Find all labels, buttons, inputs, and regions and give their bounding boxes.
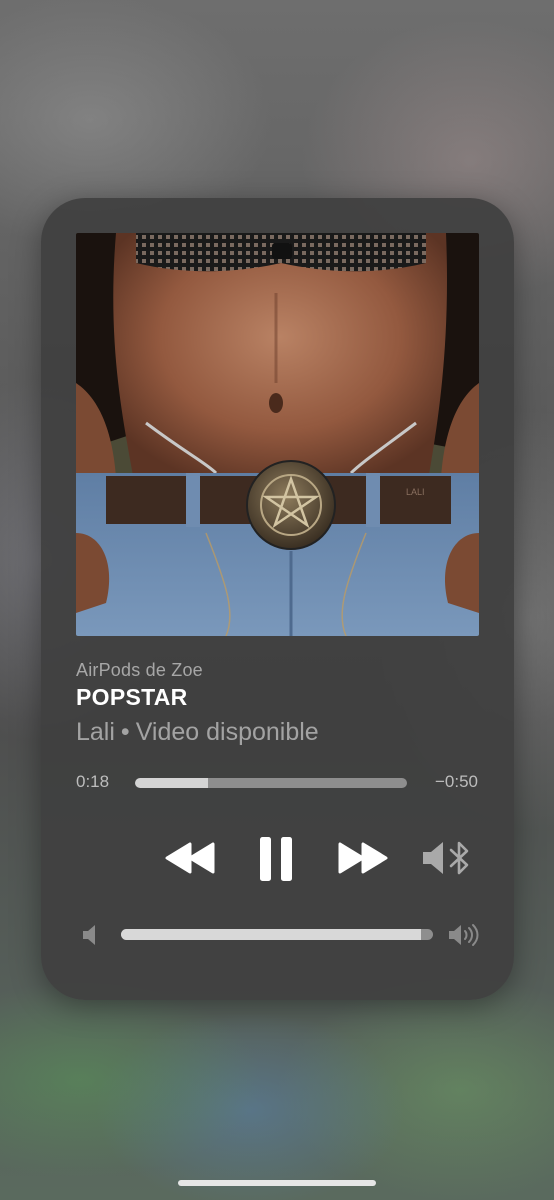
home-indicator[interactable]: [178, 1180, 376, 1186]
subtitle-separator: •: [120, 718, 130, 746]
now-playing-card: LALI AirPods de Zoe POPSTAR Lali • Video d…: [41, 198, 514, 1000]
volume-max-icon: [448, 923, 480, 947]
time-elapsed: 0:18: [76, 772, 110, 791]
pause-button[interactable]: [256, 835, 296, 883]
belt-brand-text: LALI: [406, 487, 425, 497]
song-subtitle[interactable]: Lali • Video disponible: [76, 718, 319, 747]
bluetooth-speaker-icon: [423, 841, 469, 875]
album-artwork-image: LALI: [76, 233, 479, 636]
album-artwork[interactable]: LALI: [76, 233, 479, 636]
volume-slider[interactable]: [121, 929, 433, 940]
volume-min-icon: [82, 924, 98, 946]
video-status: Video disponible: [135, 718, 319, 746]
time-remaining: −0:50: [434, 772, 478, 791]
rewind-icon: [165, 842, 215, 874]
output-device-label: AirPods de Zoe: [76, 660, 203, 680]
pause-icon: [260, 837, 292, 881]
playback-scrubber[interactable]: [135, 778, 407, 788]
fast-forward-icon: [338, 842, 388, 874]
song-title[interactable]: POPSTAR: [76, 684, 188, 711]
artist-name: Lali: [76, 718, 115, 746]
fast-forward-button[interactable]: [336, 838, 388, 878]
playback-progress-fill: [135, 778, 209, 788]
rewind-button[interactable]: [165, 838, 217, 878]
audio-output-button[interactable]: [421, 838, 475, 878]
volume-slider-fill: [121, 929, 421, 940]
